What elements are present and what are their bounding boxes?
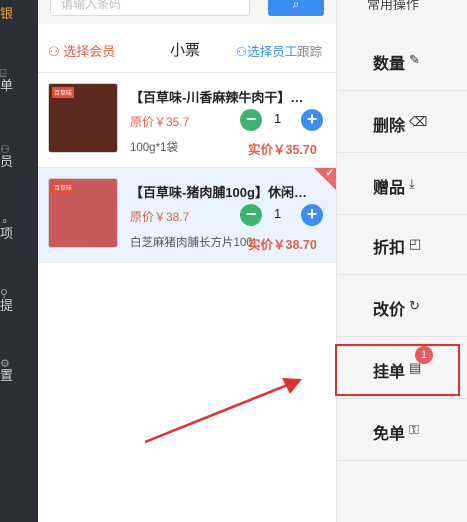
list-item[interactable]: 百草味 【百草味-川香麻辣牛肉干】… 原价￥35.7 − 1 + 100g*1袋…	[38, 73, 336, 168]
brand-logo: 百草味	[52, 87, 75, 98]
nav-item-label: 置	[0, 368, 14, 383]
quantity-value: 1	[274, 206, 282, 221]
user-icon: ⚇	[48, 44, 64, 59]
delete-button[interactable]: 删除 ⌫	[337, 92, 467, 153]
nav-item-label: 提	[0, 298, 14, 313]
select-member-link[interactable]: ⚇ 选择会员	[48, 41, 115, 60]
staff-icon: ⚇	[236, 45, 248, 59]
nav-item-commission[interactable]: ⚲ 提	[0, 286, 38, 314]
gift-label: 赠品	[373, 180, 406, 197]
nav-item-label: 项	[0, 226, 14, 241]
check-icon: ✓	[325, 168, 334, 179]
follow-label: 跟踪	[297, 45, 323, 59]
actual-price: 实价￥35.70	[248, 143, 317, 157]
change-price-label: 改价	[373, 302, 406, 319]
discount-button[interactable]: 折扣 ◰	[337, 214, 467, 275]
ticket-panel: 请输入条码 ⌕ ⚇ 选择会员 小票 ⚇选择员工跟踪 百草味 【百草味-川香麻辣牛…	[38, 0, 336, 522]
nav-item-orders[interactable]: ⌸ 单	[0, 66, 38, 94]
item-spec: 100g*1袋	[130, 142, 178, 154]
quantity-button[interactable]: 数量 ✎	[337, 30, 467, 91]
product-image: 百草味	[48, 83, 118, 153]
commission-icon: ⚲	[0, 288, 9, 300]
product-image: 百草味	[48, 178, 118, 248]
highlight-box	[335, 344, 460, 396]
nav-item-items[interactable]: ⚬ 项	[0, 214, 38, 242]
search-input[interactable]: 请输入条码	[50, 0, 250, 16]
item-name: 【百草味-猪肉脯100g】休闲…	[130, 185, 307, 200]
item-spec: 白芝麻猪肉脯长方片100…	[130, 237, 265, 249]
item-icon: ⚬	[0, 216, 10, 228]
decrease-button[interactable]: −	[240, 204, 262, 226]
nav-item-cashier[interactable]: 银	[0, 6, 38, 22]
download-icon: ⤓	[409, 176, 415, 191]
change-price-button[interactable]: 改价 ↻	[337, 276, 467, 337]
nav-item-settings[interactable]: ⚙ 置	[0, 356, 38, 384]
original-price: 原价￥38.7	[130, 210, 190, 224]
member-icon: ⚇	[0, 144, 10, 156]
select-member-label: 选择会员	[63, 44, 116, 59]
quantity-label: 数量	[373, 56, 406, 73]
edit-icon: ✎	[409, 52, 420, 67]
select-staff-label: 选择员工	[247, 45, 298, 59]
trash-icon: ⌫	[409, 114, 428, 129]
settings-icon: ⚙	[0, 358, 10, 370]
operations-panel: 常用操作 数量 ✎ 删除 ⌫ 赠品 ⤓ 折扣 ◰ 改价 ↻ 挂单 ▤ 1 免单 …	[336, 0, 467, 522]
operations-title: 常用操作	[367, 0, 420, 12]
item-name: 【百草味-川香麻辣牛肉干】…	[130, 90, 304, 105]
search-icon: ⌕	[292, 0, 300, 11]
free-order-button[interactable]: 免单 ⚿	[337, 400, 467, 461]
discount-icon: ◰	[409, 236, 422, 251]
discount-label: 折扣	[373, 240, 406, 257]
select-staff-link[interactable]: ⚇选择员工跟踪	[236, 41, 322, 60]
gift-button[interactable]: 赠品 ⤓	[337, 154, 467, 215]
key-icon: ⚿	[409, 422, 419, 437]
list-item-selected[interactable]: 百草味 【百草味-猪肉脯100g】休闲… 原价￥38.7 − 1 + 白芝麻猪肉…	[38, 168, 336, 263]
actual-price: 实价￥38.70	[248, 238, 317, 252]
ticket-title: 小票	[170, 42, 201, 59]
brand-logo: 百草味	[52, 182, 75, 193]
ticket-header: ⚇ 选择会员 小票 ⚇选择员工跟踪	[38, 24, 336, 73]
left-sidebar: 银 ⌸ 单 ⚇ 员 ⚬ 项 ⚲ 提 ⚙ 置	[0, 0, 38, 522]
nav-item-label: 员	[0, 154, 14, 169]
refresh-icon: ↻	[409, 298, 420, 313]
decrease-button[interactable]: −	[240, 109, 262, 131]
search-button[interactable]: ⌕	[268, 0, 324, 16]
free-order-label: 免单	[373, 426, 406, 443]
nav-item-label: 银	[0, 6, 14, 21]
nav-item-members[interactable]: ⚇ 员	[0, 142, 38, 170]
increase-button[interactable]: +	[301, 109, 323, 131]
original-price: 原价￥35.7	[130, 115, 190, 129]
delete-label: 删除	[373, 118, 406, 135]
order-icon: ⌸	[0, 68, 7, 80]
increase-button[interactable]: +	[301, 204, 323, 226]
quantity-value: 1	[274, 111, 282, 126]
search-bar: 请输入条码 ⌕	[38, 0, 336, 24]
nav-item-label: 单	[0, 78, 14, 93]
